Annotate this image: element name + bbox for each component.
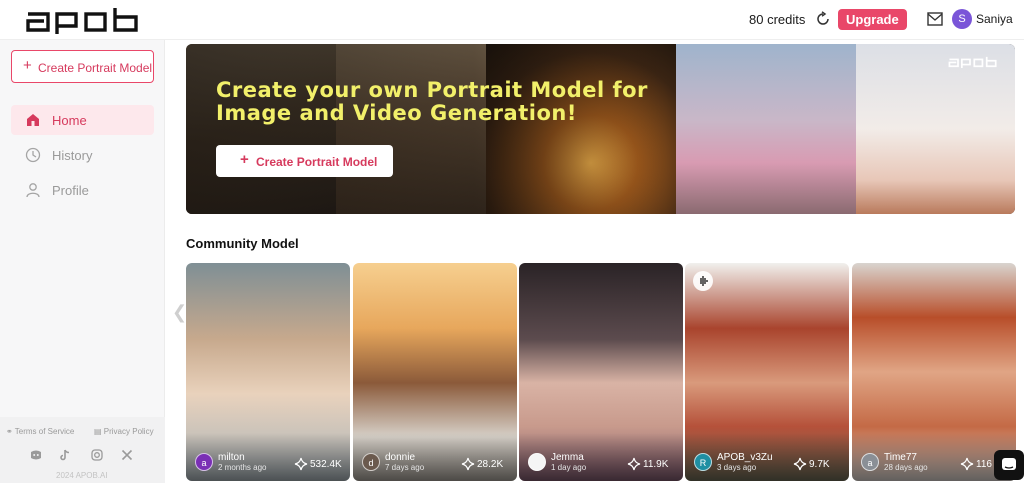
upgrade-button[interactable]: Upgrade [838, 9, 907, 30]
instagram-icon[interactable] [91, 449, 103, 461]
chat-icon [1002, 458, 1016, 470]
banner-photo [856, 44, 1015, 214]
user-name[interactable]: Saniya [976, 12, 1013, 26]
creator-name: Jemma [551, 452, 584, 463]
sidebar-item-home[interactable]: Home [11, 105, 154, 135]
sidebar-item-history[interactable]: History [11, 140, 154, 170]
plus-icon: + [240, 151, 249, 168]
creator-avatar: R [694, 453, 712, 471]
sidebar-item-label: Home [52, 113, 87, 128]
creator-avatar: a [861, 453, 879, 471]
created-time: 28 days ago [884, 463, 928, 472]
apob-logo[interactable] [26, 6, 140, 34]
create-portrait-model-label: Create Portrait Model [38, 61, 153, 75]
sparkle-icon [461, 457, 475, 471]
sidebar-footer: ⚭ Terms of Service ▤ Privacy Policy 2024… [0, 417, 165, 483]
sparkle-icon [627, 457, 641, 471]
usage-count: 11.9K [643, 459, 669, 470]
terms-of-service-link[interactable]: ⚭ Terms of Service [6, 427, 74, 436]
sidebar: + Create Portrait Model Home History Pro… [0, 40, 165, 483]
creator-avatar [528, 453, 546, 471]
audio-wave-icon [693, 271, 713, 291]
privacy-label: Privacy Policy [103, 427, 154, 436]
clock-icon [25, 147, 41, 163]
credits-balance: 80 credits [749, 12, 806, 27]
tiktok-icon[interactable] [59, 449, 71, 461]
created-time: 1 day ago [551, 463, 587, 472]
model-card[interactable]: a Time77 28 days ago 116 [852, 263, 1016, 481]
sidebar-item-profile[interactable]: Profile [11, 175, 154, 205]
usage-count: 532.4K [310, 459, 342, 470]
copyright-text: 2024 APOB.AI [56, 471, 108, 480]
creator-name: Time77 [884, 452, 917, 463]
banner-create-portrait-model-button[interactable]: + Create Portrait Model [216, 145, 393, 177]
model-card[interactable]: d donnie 7 days ago 28.2K [353, 263, 517, 481]
creator-avatar: a [195, 453, 213, 471]
refresh-icon[interactable] [815, 11, 831, 27]
creator-name: APOB_v3Zu [717, 452, 773, 463]
sidebar-item-label: History [52, 148, 93, 163]
discord-icon[interactable] [30, 449, 42, 461]
created-time: 3 days ago [717, 463, 757, 472]
model-card[interactable]: R APOB_v3Zu 3 days ago 9.7K [685, 263, 849, 481]
privacy-policy-link[interactable]: ▤ Privacy Policy [94, 427, 154, 436]
banner-button-label: Create Portrait Model [256, 155, 378, 169]
creator-name: milton [218, 452, 245, 463]
mail-icon[interactable] [927, 12, 943, 26]
banner-photo [676, 44, 856, 214]
plus-icon: + [23, 57, 32, 74]
create-portrait-model-button[interactable]: + Create Portrait Model [11, 50, 154, 83]
model-card[interactable]: a milton 2 months ago 532.4K [186, 263, 350, 481]
terms-label: Terms of Service [14, 427, 75, 436]
community-model-heading: Community Model [186, 236, 299, 251]
model-card[interactable]: Jemma 1 day ago 11.9K [519, 263, 683, 481]
user-icon [26, 183, 40, 198]
usage-count: 9.7K [809, 459, 830, 470]
home-icon [27, 114, 39, 126]
banner-apob-logo [948, 56, 997, 68]
sparkle-icon [960, 457, 974, 471]
hero-banner: Create your own Portrait Model for Image… [186, 44, 1015, 214]
sparkle-icon [294, 457, 308, 471]
user-avatar[interactable]: S [952, 9, 972, 29]
creator-name: donnie [385, 452, 416, 463]
sparkle-icon [793, 457, 807, 471]
banner-title: Create your own Portrait Model for Image… [216, 78, 648, 125]
usage-count: 116 [976, 459, 992, 470]
chevron-left-icon[interactable]: ❮ [172, 302, 187, 323]
x-icon[interactable] [121, 449, 133, 461]
chat-support-button[interactable] [994, 450, 1024, 480]
sidebar-item-label: Profile [52, 183, 89, 198]
creator-avatar: d [362, 453, 380, 471]
created-time: 2 months ago [218, 463, 267, 472]
created-time: 7 days ago [385, 463, 425, 472]
top-header: 80 credits Upgrade S Saniya [0, 0, 1024, 40]
usage-count: 28.2K [477, 459, 504, 470]
